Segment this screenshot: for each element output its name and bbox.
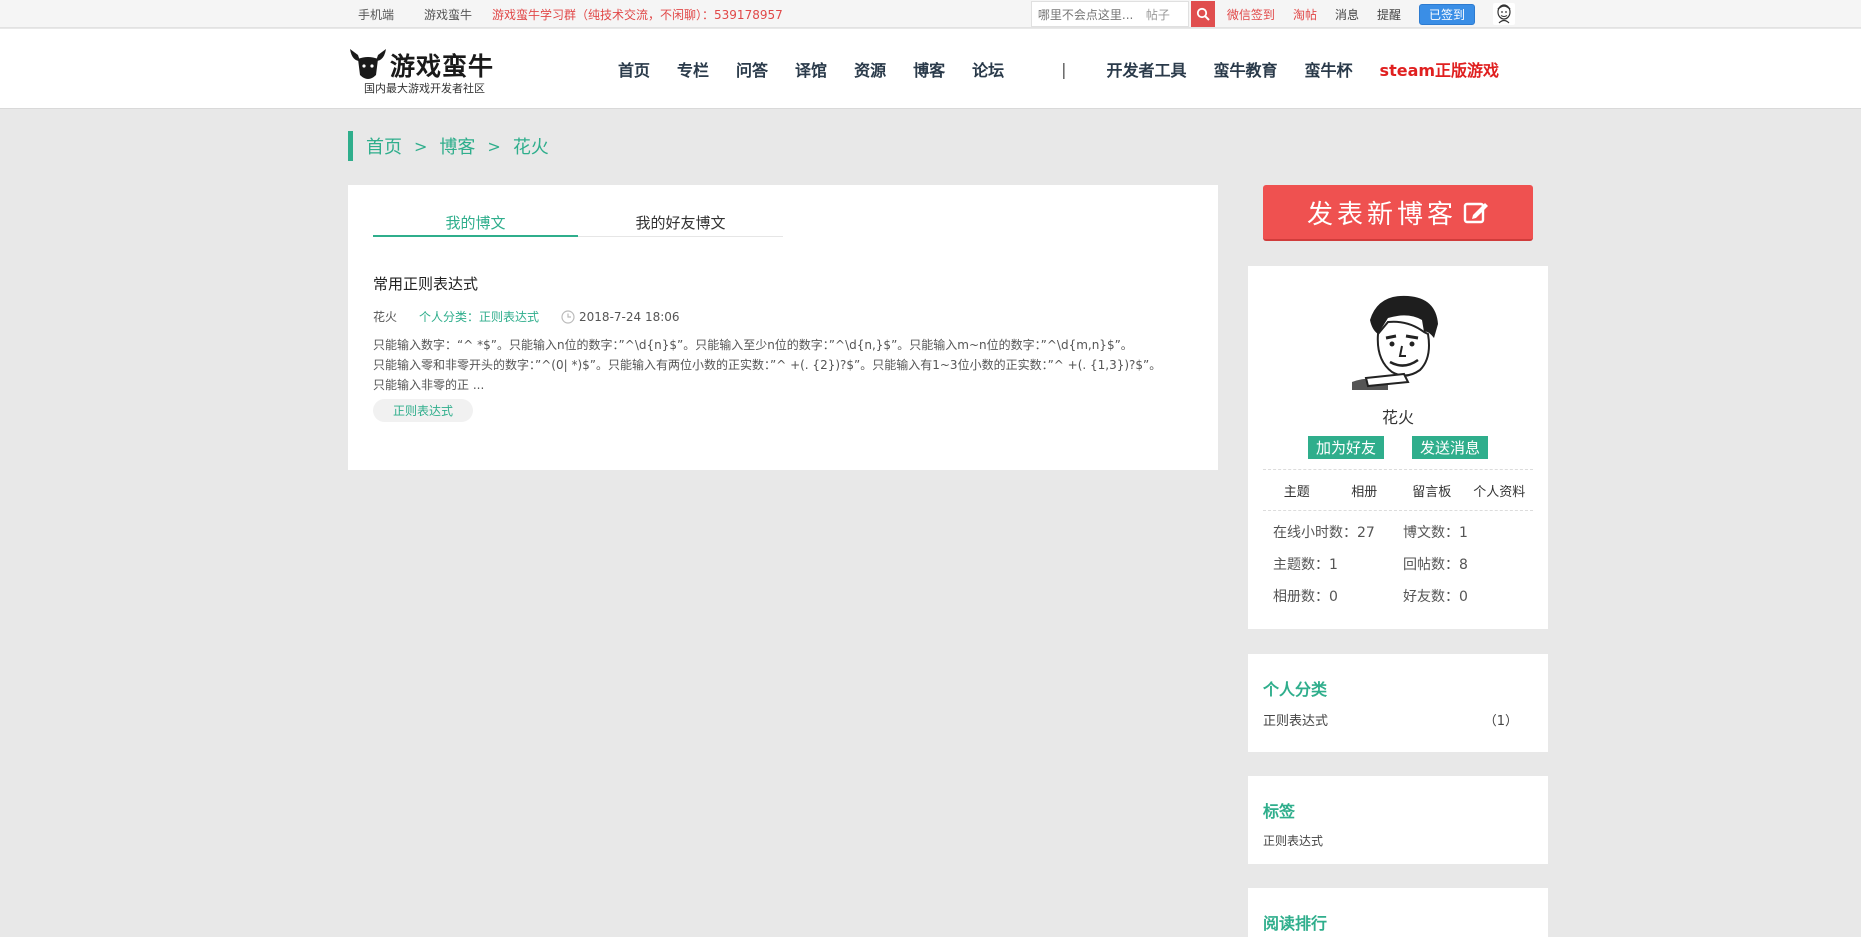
logo-title: 游戏蛮牛 <box>390 52 495 81</box>
post-title[interactable]: 常用正则表达式 <box>373 273 1198 294</box>
profile-tab-album[interactable]: 相册 <box>1331 481 1399 500</box>
breadcrumb-user[interactable]: 花火 <box>513 133 549 159</box>
post-datetime: 2018-7-24 18:06 <box>579 309 680 324</box>
profile-tab-guestbook[interactable]: 留言板 <box>1398 481 1466 500</box>
stat-reply-count: 回帖数：8 <box>1403 557 1468 573</box>
post-author[interactable]: 花火 <box>373 308 397 325</box>
post-excerpt-line: 只能输入数字：“^ *$”。只能输入n位的数字：”^\d{n}$”。只能输入至少… <box>373 338 1133 352</box>
breadcrumb-blog[interactable]: 博客 <box>439 133 475 159</box>
user-avatar[interactable] <box>1493 3 1515 25</box>
tab-my-posts[interactable]: 我的博文 <box>373 212 578 237</box>
search-input[interactable]: 哪里不会点这里... 帖子 <box>1030 1 1189 27</box>
clock-icon <box>561 309 575 324</box>
post-excerpt-line: 只能输入非零的正 ... <box>373 378 485 392</box>
send-message-button[interactable]: 发送消息 <box>1412 436 1489 459</box>
user-face-icon <box>1497 4 1511 24</box>
nav-dev-tools[interactable]: 开发者工具 <box>1107 57 1187 81</box>
stat-topic-count: 主题数：1 <box>1273 557 1338 573</box>
blog-post-item: 常用正则表达式 花火 个人分类：正则表达式 2018-7-24 18:06 只能… <box>373 273 1198 422</box>
category-item[interactable]: 正则表达式 （1） <box>1263 710 1533 729</box>
category-name: 正则表达式 <box>1263 714 1329 729</box>
post-excerpt: 只能输入数字：“^ *$”。只能输入n位的数字：”^\d{n}$”。只能输入至少… <box>373 335 1198 395</box>
post-category[interactable]: 个人分类：正则表达式 <box>419 308 539 325</box>
nav-cup[interactable]: 蛮牛杯 <box>1305 57 1353 81</box>
nav-column[interactable]: 专栏 <box>677 57 709 81</box>
nav-translations[interactable]: 译馆 <box>795 57 827 81</box>
top-utility-bar: 手机端 游戏蛮牛 游戏蛮牛学习群（纯技术交流，不闲聊）：539178957 哪里… <box>0 0 1861 28</box>
stat-friend-count: 好友数：0 <box>1403 589 1468 605</box>
site-logo[interactable]: 游戏蛮牛 国内最大游戏开发者社区 <box>348 43 508 95</box>
profile-actions: 加为好友 发送消息 <box>1248 436 1548 459</box>
breadcrumb-separator: > <box>487 136 501 156</box>
breadcrumb-separator: > <box>414 136 428 156</box>
stat-blog-count: 博文数：1 <box>1403 525 1468 541</box>
edit-icon <box>1463 199 1489 225</box>
nav-forum[interactable]: 论坛 <box>972 57 1004 81</box>
profile-name[interactable]: 花火 <box>1248 404 1548 428</box>
category-count: （1） <box>1483 714 1518 729</box>
logo-subtitle: 国内最大游戏开发者社区 <box>364 82 485 95</box>
add-friend-button[interactable]: 加为好友 <box>1307 436 1384 459</box>
nav-education[interactable]: 蛮牛教育 <box>1214 57 1278 81</box>
profile-tab-topics[interactable]: 主题 <box>1263 481 1331 500</box>
site-link[interactable]: 游戏蛮牛 <box>424 6 472 23</box>
profile-tabs: 主题 相册 留言板 个人资料 <box>1263 469 1533 511</box>
wechat-signin-link[interactable]: 微信签到 <box>1227 6 1275 23</box>
nav-qa[interactable]: 问答 <box>736 57 768 81</box>
post-tag[interactable]: 正则表达式 <box>373 399 474 422</box>
publish-new-blog-button[interactable]: 发表新博客 <box>1263 185 1533 241</box>
signed-in-button[interactable]: 已签到 <box>1418 3 1475 25</box>
promo-link[interactable]: 游戏蛮牛学习群（纯技术交流，不闲聊）：539178957 <box>492 6 783 23</box>
rage-face-avatar-icon <box>1348 290 1448 390</box>
tags-box: 标签 正则表达式 <box>1248 776 1548 864</box>
stat-album-count: 相册数：0 <box>1273 589 1338 605</box>
profile-card: 花火 加为好友 发送消息 主题 相册 留言板 个人资料 在线小时数：27 博文数… <box>1248 266 1548 629</box>
reading-rank-title: 阅读排行 <box>1263 914 1328 933</box>
search-icon <box>1196 7 1210 21</box>
nav-divider: | <box>1061 59 1067 79</box>
profile-tab-info[interactable]: 个人资料 <box>1466 481 1534 500</box>
post-excerpt-line: 只能输入零和非零开头的数字：”^(0| *)$”。只能输入有两位小数的正实数：”… <box>373 358 1162 372</box>
nav-blog[interactable]: 博客 <box>913 57 945 81</box>
stat-online-hours: 在线小时数：27 <box>1273 525 1375 541</box>
profile-avatar[interactable] <box>1348 290 1448 390</box>
profile-stats: 在线小时数：27 博文数：1 主题数：1 回帖数：8 相册数：0 好友数：0 <box>1273 522 1533 606</box>
tag-item[interactable]: 正则表达式 <box>1263 832 1533 849</box>
blog-list-panel: 我的博文 我的好友博文 常用正则表达式 花火 个人分类：正则表达式 2018-7… <box>348 185 1218 470</box>
nav-resources[interactable]: 资源 <box>854 57 886 81</box>
blog-tabs: 我的博文 我的好友博文 <box>373 212 783 237</box>
site-header: 游戏蛮牛 国内最大游戏开发者社区 首页 专栏 问答 译馆 资源 博客 论坛 | … <box>0 29 1861 109</box>
publish-label: 发表新博客 <box>1306 199 1457 230</box>
nav-steam[interactable]: steam正版游戏 <box>1380 57 1500 81</box>
reminders-link[interactable]: 提醒 <box>1377 6 1401 23</box>
messages-link[interactable]: 消息 <box>1335 6 1359 23</box>
post-meta: 花火 个人分类：正则表达式 2018-7-24 18:06 <box>373 308 1198 325</box>
category-title: 个人分类 <box>1263 680 1328 699</box>
nav-home[interactable]: 首页 <box>618 57 650 81</box>
breadcrumb-home[interactable]: 首页 <box>366 133 402 159</box>
main-nav: 首页 专栏 问答 译馆 资源 博客 论坛 | 开发者工具 蛮牛教育 蛮牛杯 st… <box>618 29 1526 109</box>
search-placeholder: 哪里不会点这里... <box>1037 7 1134 22</box>
mobile-link[interactable]: 手机端 <box>358 6 394 23</box>
search-scope-select[interactable]: 帖子 <box>1146 6 1170 23</box>
tags-title: 标签 <box>1263 802 1296 821</box>
tab-friend-posts[interactable]: 我的好友博文 <box>578 212 783 237</box>
search-button[interactable] <box>1190 1 1215 27</box>
reading-rank-box: 阅读排行 <box>1248 888 1548 937</box>
breadcrumb: 首页 > 博客 > 花火 <box>348 131 549 161</box>
bull-logo-icon <box>350 49 386 79</box>
taotie-link[interactable]: 淘帖 <box>1293 6 1317 23</box>
category-box: 个人分类 正则表达式 （1） <box>1248 654 1548 752</box>
